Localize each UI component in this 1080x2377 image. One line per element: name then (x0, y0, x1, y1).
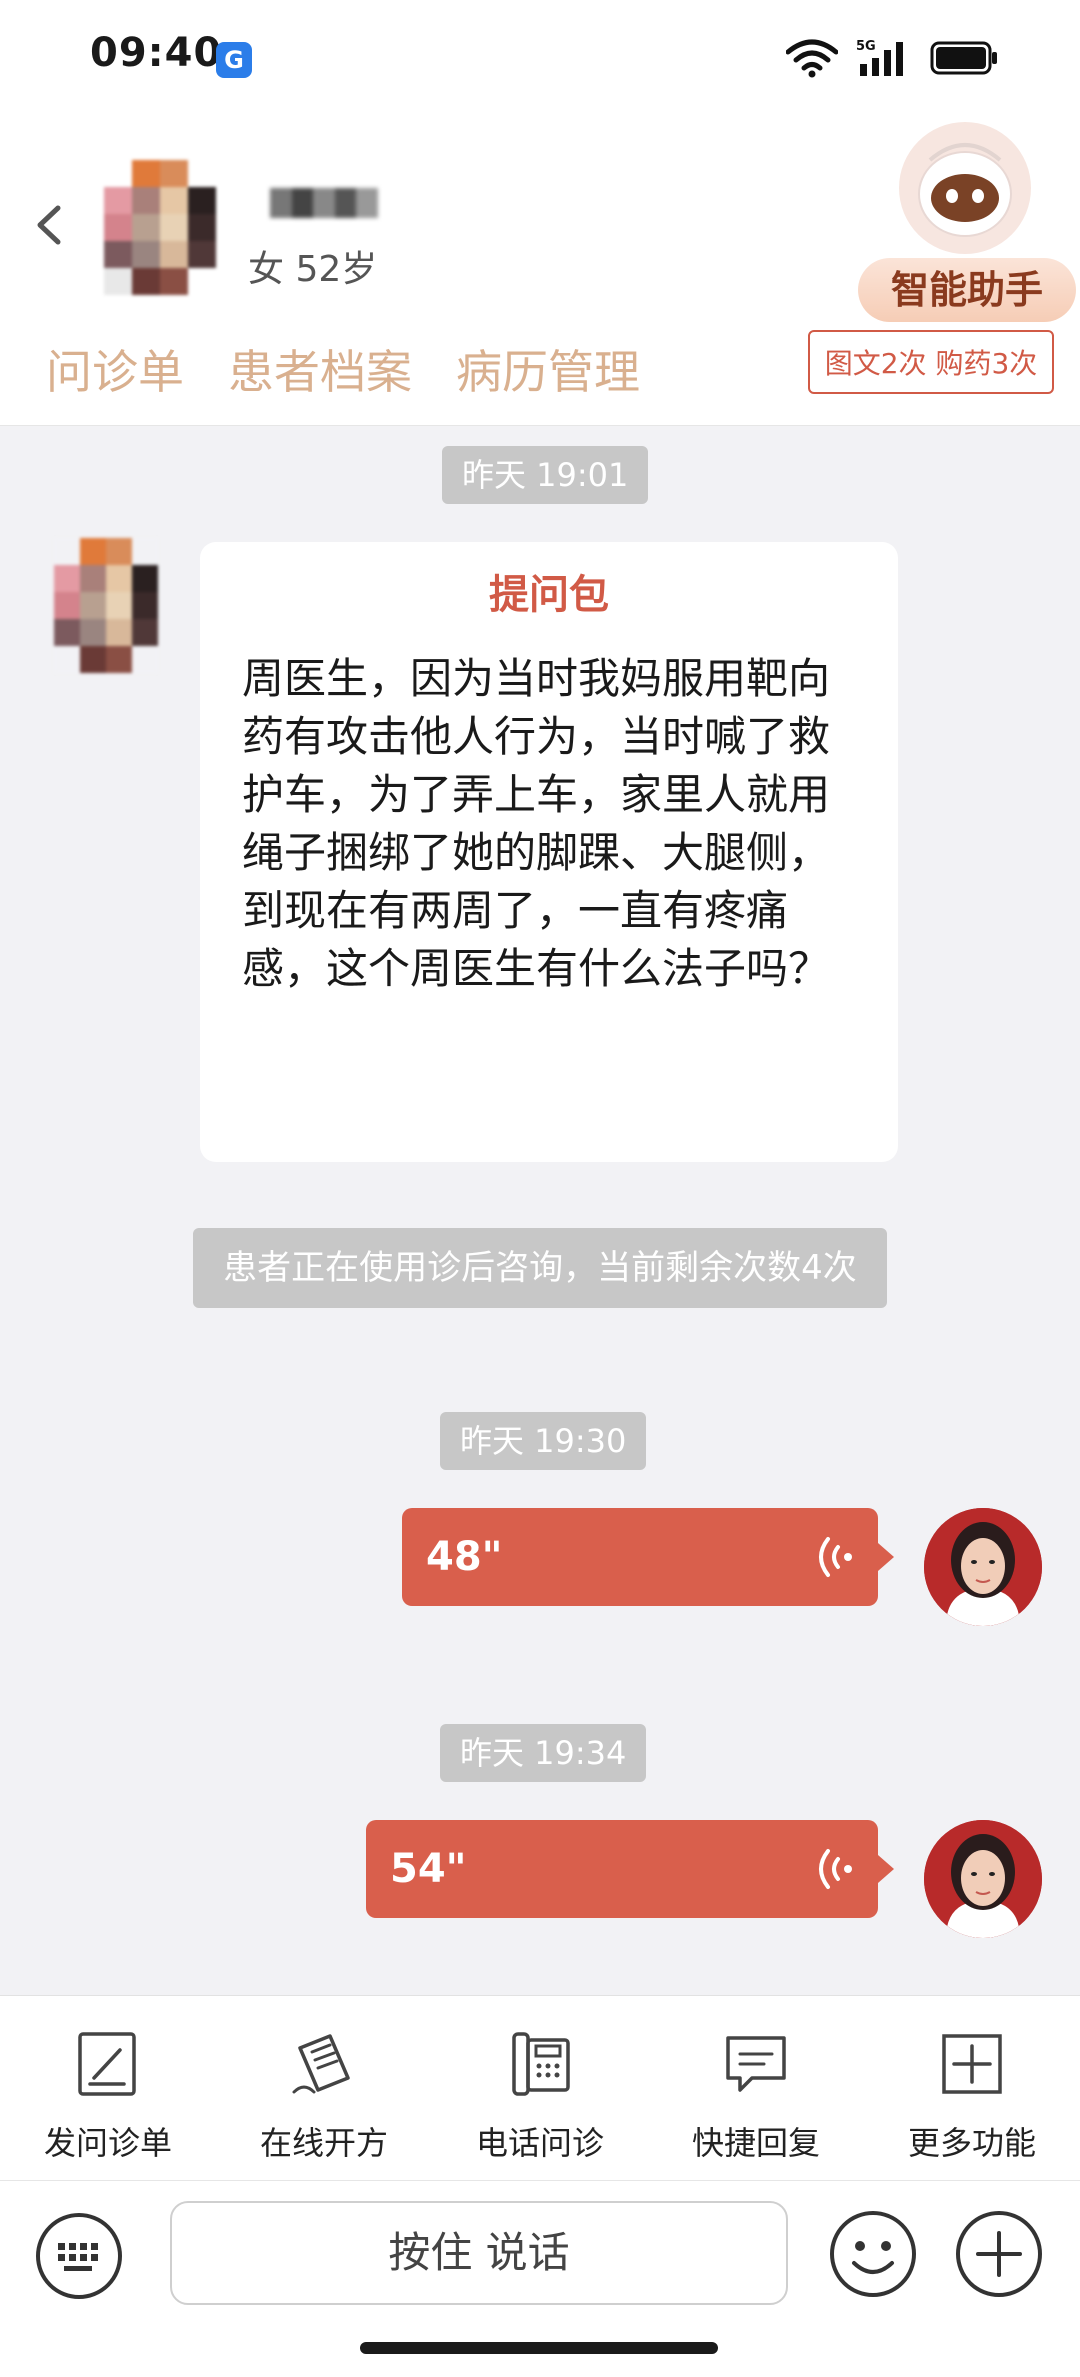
voice-message-bubble[interactable]: 54" (366, 1820, 894, 1918)
plus-icon (956, 2211, 1042, 2297)
voice-wave-icon (819, 1537, 852, 1577)
quick-reply-button[interactable]: 快捷回复 (648, 1996, 864, 2180)
question-package-card[interactable]: 提问包 周医生，因为当时我妈服用靶向药有攻击他人行为，当时喊了救护车，为了弄上车… (200, 542, 898, 1162)
message-timestamp: 昨天 19:34 (440, 1724, 647, 1782)
tab-patient-records[interactable]: 患者档案 (228, 336, 412, 402)
form-pen-icon (78, 2032, 136, 2096)
patient-name-redacted (270, 188, 378, 218)
send-consultation-form-button[interactable]: 发问诊单 (0, 1996, 216, 2180)
attach-plus-button[interactable] (954, 2209, 1044, 2299)
status-time: 09:40 (90, 30, 223, 76)
question-card-text: 周医生，因为当时我妈服用靶向药有攻击他人行为，当时喊了救护车，为了弄上车，家里人… (242, 654, 831, 993)
status-icons: 5G (786, 38, 1000, 78)
keyboard-toggle-button[interactable] (34, 2211, 124, 2301)
patient-gender-age: 女 52岁 (248, 249, 378, 290)
tool-label: 发问诊单 (43, 2124, 172, 2162)
quick-action-toolbar: 发问诊单 在线开方 电话问诊 快捷回复 更多功能 (0, 1995, 1080, 2180)
patient-avatar[interactable] (104, 160, 216, 295)
chat-bubble-icon (726, 2036, 786, 2092)
online-prescription-button[interactable]: 在线开方 (216, 1996, 432, 2180)
emoji-button[interactable] (828, 2209, 918, 2299)
back-button[interactable] (30, 200, 70, 250)
keyboard-icon (36, 2213, 122, 2299)
service-quota-badge: 图文2次 购药3次 (808, 330, 1054, 394)
tool-label: 快捷回复 (691, 2124, 820, 2162)
cellular-signal-icon: 5G (856, 38, 912, 78)
doctor-avatar[interactable] (924, 1508, 1042, 1626)
plus-square-icon (942, 2034, 1002, 2094)
voice-message-bubble[interactable]: 48" (402, 1508, 894, 1606)
more-functions-button[interactable]: 更多功能 (864, 1996, 1080, 2180)
tool-label: 更多功能 (907, 2124, 1036, 2162)
voice-wave-icon (819, 1849, 852, 1889)
smart-assistant-button[interactable]: 智能助手 (858, 258, 1076, 322)
network-type-label: 5G (856, 39, 876, 54)
tool-label: 在线开方 (259, 2124, 388, 2162)
message-timestamp: 昨天 19:01 (442, 446, 649, 504)
battery-icon (930, 40, 1000, 76)
app-notification-icon: G (216, 42, 252, 78)
tab-medical-history[interactable]: 病历管理 (456, 336, 640, 402)
message-timestamp: 昨天 19:30 (440, 1412, 647, 1470)
phone-consultation-button[interactable]: 电话问诊 (432, 1996, 648, 2180)
phone-icon (512, 2032, 570, 2096)
smiley-icon (830, 2211, 916, 2297)
doctor-avatar[interactable] (924, 1820, 1042, 1938)
voice-duration: 48" (426, 1534, 503, 1580)
assistant-robot-icon[interactable] (890, 120, 1040, 260)
question-card-title: 提问包 (489, 572, 609, 618)
chat-header: 09:40 G 5G 女 52岁 智能助手 问诊单 患者档案 病历管理 图文2次… (0, 0, 1080, 426)
home-indicator[interactable] (360, 2342, 718, 2354)
voice-duration: 54" (390, 1846, 467, 1892)
tool-label: 电话问诊 (475, 2124, 604, 2162)
patient-message-avatar[interactable] (54, 538, 160, 673)
prescription-icon (292, 2034, 350, 2094)
tab-consultation-form[interactable]: 问诊单 (46, 336, 184, 402)
wifi-icon (786, 38, 838, 78)
consultation-remaining-notice: 患者正在使用诊后咨询，当前剩余次数4次 (193, 1228, 887, 1308)
patient-tabs: 问诊单 患者档案 病历管理 (46, 336, 640, 402)
chevron-left-icon (37, 205, 61, 245)
hold-to-talk-button[interactable]: 按住 说话 (170, 2201, 788, 2305)
